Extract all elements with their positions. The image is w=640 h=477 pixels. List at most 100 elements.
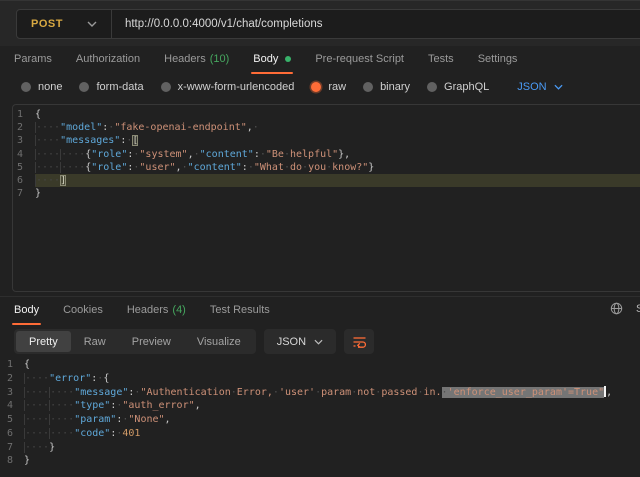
body-mode-binary[interactable]: binary: [363, 81, 410, 93]
indent-guide: ····: [49, 400, 74, 411]
line-number: 3: [13, 134, 35, 147]
code-token: you: [308, 162, 326, 173]
line-number: 7: [0, 441, 24, 455]
body-mode-form-data[interactable]: form-data: [79, 81, 143, 93]
code-token: ·: [253, 122, 259, 133]
tab-settings[interactable]: Settings: [466, 46, 530, 72]
indent-guide: ····: [60, 162, 85, 173]
code-token: {: [103, 373, 109, 384]
code-line-content: ····"messages":·[: [35, 134, 640, 147]
code-line[interactable]: 2····"error":·{: [0, 372, 640, 386]
indent-guide: ····: [35, 149, 60, 160]
url-input[interactable]: http://0.0.0.0:4000/v1/chat/completions: [112, 18, 323, 30]
line-number: 2: [0, 372, 24, 386]
code-token: "auth_error": [122, 400, 194, 411]
code-token: ,: [195, 400, 201, 411]
view-visualize[interactable]: Visualize: [184, 331, 254, 352]
code-token: not: [357, 387, 375, 398]
code-line[interactable]: 6········"code":·401: [0, 427, 640, 441]
active-tab-underline: [12, 323, 41, 325]
request-body-editor[interactable]: 1{2····"model":·"fake-openai-endpoint",·…: [12, 104, 640, 292]
chevron-down-icon: [314, 339, 323, 345]
body-mode-raw[interactable]: raw: [311, 81, 346, 93]
tab-params[interactable]: Params: [14, 46, 64, 72]
code-token: }: [35, 188, 41, 199]
code-token: Error,: [237, 387, 273, 398]
code-line[interactable]: 1{: [0, 358, 640, 372]
indent-guide: ····: [49, 387, 74, 398]
code-token: "Authentication: [140, 387, 230, 398]
code-token: "fake-openai-endpoint": [114, 122, 246, 133]
code-line[interactable]: 3····"messages":·[: [13, 134, 640, 147]
code-line[interactable]: 4········{"role":·"system",·"content":·"…: [13, 148, 640, 161]
code-line[interactable]: 8}: [0, 454, 640, 468]
wrap-lines-button[interactable]: [344, 329, 374, 354]
chevron-down-icon: [554, 84, 563, 90]
method-selector[interactable]: POST: [17, 18, 63, 30]
code-token: "content": [188, 162, 242, 173]
radio-icon: [427, 82, 437, 92]
raw-language-selector[interactable]: JSON: [517, 81, 562, 93]
view-preview[interactable]: Preview: [119, 331, 184, 352]
active-tab-underline: [251, 72, 293, 74]
line-number: 2: [13, 121, 35, 134]
response-language-selector[interactable]: JSON: [264, 329, 336, 354]
code-line[interactable]: 3········"message":·"Authentication·Erro…: [0, 386, 640, 400]
response-tab-headers[interactable]: Headers(4): [115, 297, 198, 323]
code-token: passed: [381, 387, 417, 398]
indent-guide: ····: [35, 162, 60, 173]
code-line-content: }: [24, 454, 640, 468]
code-line[interactable]: 2····"model":·"fake-openai-endpoint",·: [13, 121, 640, 134]
code-token: know?": [332, 162, 368, 173]
body-has-content-dot: [285, 56, 291, 62]
code-token: }: [368, 162, 374, 173]
indent-guide: ····: [35, 175, 60, 186]
body-mode-selector: none form-data x-www-form-urlencoded raw…: [0, 76, 640, 98]
response-tab-body[interactable]: Body: [14, 297, 51, 323]
code-token: ,: [165, 414, 171, 425]
code-token: "content": [200, 149, 254, 160]
tab-headers[interactable]: Headers(10): [152, 46, 241, 72]
body-mode-none[interactable]: none: [21, 81, 62, 93]
code-line-content: ········{"role":·"system",·"content":·"B…: [35, 148, 640, 161]
code-token: "message": [74, 387, 128, 398]
code-line[interactable]: 5········"param":·"None",: [0, 413, 640, 427]
response-tab-test-results[interactable]: Test Results: [198, 297, 282, 323]
code-line[interactable]: 7}: [13, 187, 640, 200]
code-line-content: ····"error":·{: [24, 372, 640, 386]
code-line[interactable]: 1{: [13, 108, 640, 121]
tab-authorization[interactable]: Authorization: [64, 46, 152, 72]
code-token: "What: [254, 162, 284, 173]
code-token: {: [35, 109, 41, 120]
code-token: "param": [74, 414, 116, 425]
url-field-container: POST http://0.0.0.0:4000/v1/chat/complet…: [16, 9, 640, 39]
code-line[interactable]: 6····]: [13, 174, 640, 187]
tab-tests[interactable]: Tests: [416, 46, 466, 72]
tab-body[interactable]: Body: [241, 46, 303, 72]
radio-icon: [161, 82, 171, 92]
response-body-viewer[interactable]: 1{2····"error":·{3········"message":·"Au…: [0, 358, 640, 468]
line-number: 5: [13, 161, 35, 174]
response-tab-cookies[interactable]: Cookies: [51, 297, 115, 323]
body-mode-x-www-form-urlencoded[interactable]: x-www-form-urlencoded: [161, 81, 295, 93]
tab-pre-request-script[interactable]: Pre-request Script: [303, 46, 416, 72]
wrap-lines-icon: [352, 335, 367, 349]
request-url-bar: POST http://0.0.0.0:4000/v1/chat/complet…: [0, 0, 640, 46]
code-line[interactable]: 5········{"role":·"user",·"content":·"Wh…: [13, 161, 640, 174]
indent-guide: ····: [35, 135, 60, 146]
view-raw[interactable]: Raw: [71, 331, 119, 352]
code-line[interactable]: 7····}: [0, 441, 640, 455]
code-line-content: ········"code":·401: [24, 427, 640, 441]
code-token: 'user': [279, 387, 315, 398]
radio-selected-icon: [311, 82, 321, 92]
code-line[interactable]: 4········"type":·"auth_error",: [0, 399, 640, 413]
method-chevron-icon[interactable]: [87, 21, 97, 27]
line-number: 6: [13, 174, 35, 187]
view-pretty[interactable]: Pretty: [16, 331, 71, 352]
network-globe-icon[interactable]: [610, 302, 623, 315]
view-switch-group: Pretty Raw Preview Visualize: [14, 329, 256, 354]
code-token: },: [338, 149, 350, 160]
line-number: 8: [0, 454, 24, 468]
body-mode-graphql[interactable]: GraphQL: [427, 81, 489, 93]
response-tabs: Body Cookies Headers(4) Test Results: [0, 296, 640, 322]
